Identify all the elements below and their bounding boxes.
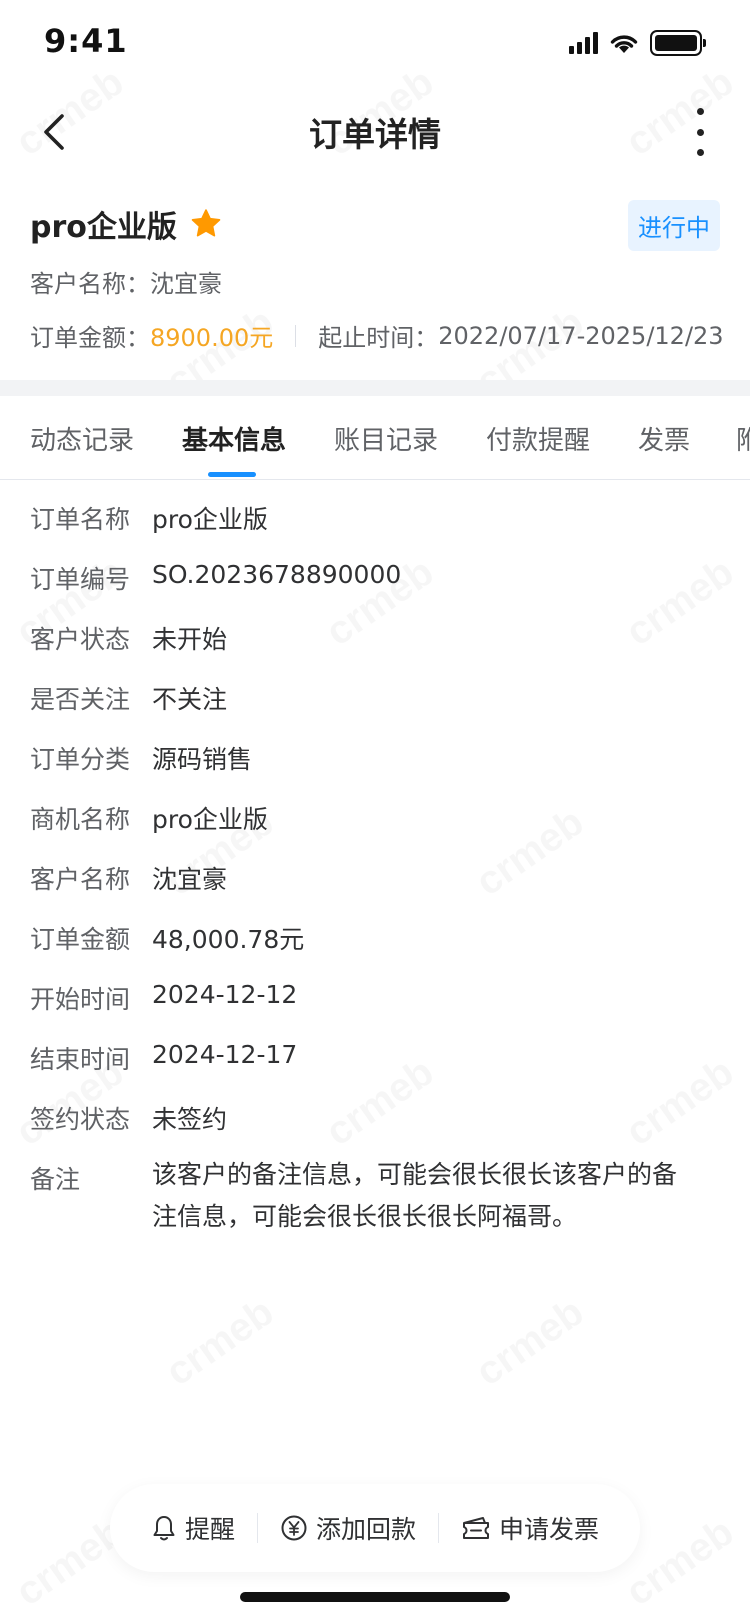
ticket-icon (463, 1517, 489, 1539)
watermark-text: crmeb (158, 1290, 282, 1396)
customer-value: 沈宜豪 (150, 270, 222, 298)
page-title: 订单详情 (309, 115, 441, 154)
home-indicator (240, 1592, 510, 1602)
remind-label: 提醒 (184, 1515, 235, 1544)
status-badge: 进行中 (628, 200, 720, 251)
order-title-text: pro企业版 (30, 210, 177, 245)
meta-line: 订单金额： 8900.00元 起止时间： 2022/07/17-2025/12/… (30, 318, 724, 353)
section-separator (0, 380, 750, 396)
divider (295, 324, 297, 347)
active-tab-indicator (208, 472, 256, 477)
info-value: 2024-12-12 (152, 980, 298, 1009)
tab-accounts[interactable]: 账目记录 (334, 420, 438, 457)
info-label: 客户状态 (30, 625, 131, 654)
amount-label: 订单金额： (30, 324, 150, 352)
amount-value: 8900.00元 (150, 324, 274, 352)
status-time: 9:41 (44, 22, 128, 60)
apply-invoice-label: 申请发票 (499, 1515, 600, 1544)
tab-attachments[interactable]: 附 (736, 420, 750, 457)
apply-invoice-button[interactable]: 申请发票 (439, 1510, 621, 1546)
order-header: pro企业版 进行中 客户名称：沈宜豪 订单金额： 8900.00元 起止时间：… (0, 184, 750, 380)
status-bar: 9:41 (0, 0, 750, 88)
info-label: 备注 (30, 1165, 81, 1194)
info-value: pro企业版 (152, 805, 268, 834)
info-label: 是否关注 (30, 685, 131, 714)
period-label: 起止时间： (318, 324, 439, 352)
info-row-order-number: 订单编号 SO.2023678890000 (0, 560, 750, 620)
info-label: 开始时间 (30, 985, 131, 1014)
star-icon[interactable] (189, 207, 223, 241)
info-row-amount: 订单金额 48,000.78元 (0, 920, 750, 980)
order-title: pro企业版 (30, 202, 223, 246)
basic-info-list: 订单名称 pro企业版 订单编号 SO.2023678890000 客户状态 未… (0, 500, 750, 1238)
cellular-signal-icon (569, 32, 598, 54)
watermark-text: crmeb (468, 1290, 592, 1396)
info-value: 48,000.78元 (152, 925, 305, 954)
info-row-sign-status: 签约状态 未签约 (0, 1100, 750, 1160)
more-icon[interactable] (690, 108, 710, 156)
info-value: 2024-12-17 (152, 1040, 298, 1069)
info-label: 订单编号 (30, 565, 131, 594)
add-payment-button[interactable]: 添加回款 (258, 1510, 438, 1546)
customer-line: 客户名称：沈宜豪 (30, 264, 222, 299)
yuan-coin-icon (281, 1515, 307, 1541)
info-value: 未签约 (152, 1105, 228, 1134)
info-label: 商机名称 (30, 805, 131, 834)
info-value: 未开始 (152, 625, 228, 654)
tab-basic-info[interactable]: 基本信息 (182, 420, 286, 457)
info-row-follow: 是否关注 不关注 (0, 680, 750, 740)
tab-payment-reminder[interactable]: 付款提醒 (486, 420, 590, 457)
info-row-start-date: 开始时间 2024-12-12 (0, 980, 750, 1040)
info-row-customer-name: 客户名称 沈宜豪 (0, 860, 750, 920)
bottom-action-bar: 提醒 添加回款 申请发票 (110, 1484, 640, 1572)
info-value: SO.2023678890000 (152, 560, 402, 589)
info-row-opportunity: 商机名称 pro企业版 (0, 800, 750, 860)
bell-icon (153, 1516, 175, 1541)
info-row-remark: 备注 该客户的备注信息，可能会很长很长该客户的备注信息，可能会很长很长很长阿福哥… (0, 1160, 750, 1238)
info-label: 订单金额 (30, 925, 131, 954)
battery-icon (650, 30, 706, 56)
add-payment-label: 添加回款 (315, 1515, 416, 1544)
info-value: pro企业版 (152, 505, 268, 534)
info-label: 订单名称 (30, 505, 131, 534)
info-value: 该客户的备注信息，可能会很长很长该客户的备注信息，可能会很长很长很长阿福哥。 (152, 1160, 678, 1231)
info-label: 结束时间 (30, 1045, 131, 1074)
tab-invoice[interactable]: 发票 (638, 420, 690, 457)
info-value: 源码销售 (152, 745, 253, 774)
period-value: 2022/07/17-2025/12/23 (438, 321, 724, 350)
remind-button[interactable]: 提醒 (129, 1510, 257, 1546)
tab-bar: 动态记录 基本信息 账目记录 付款提醒 发票 附 (0, 396, 750, 480)
info-row-order-name: 订单名称 pro企业版 (0, 500, 750, 560)
info-label: 签约状态 (30, 1105, 131, 1134)
info-label: 客户名称 (30, 865, 131, 894)
status-icons (569, 30, 706, 56)
info-row-category: 订单分类 源码销售 (0, 740, 750, 800)
tab-activity[interactable]: 动态记录 (30, 420, 134, 457)
info-row-end-date: 结束时间 2024-12-17 (0, 1040, 750, 1100)
info-value: 沈宜豪 (152, 865, 228, 894)
customer-label: 客户名称： (30, 270, 150, 298)
nav-bar: 订单详情 (0, 88, 750, 176)
wifi-icon (610, 35, 638, 53)
info-row-customer-status: 客户状态 未开始 (0, 620, 750, 680)
info-value: 不关注 (152, 685, 228, 714)
info-label: 订单分类 (30, 745, 131, 774)
